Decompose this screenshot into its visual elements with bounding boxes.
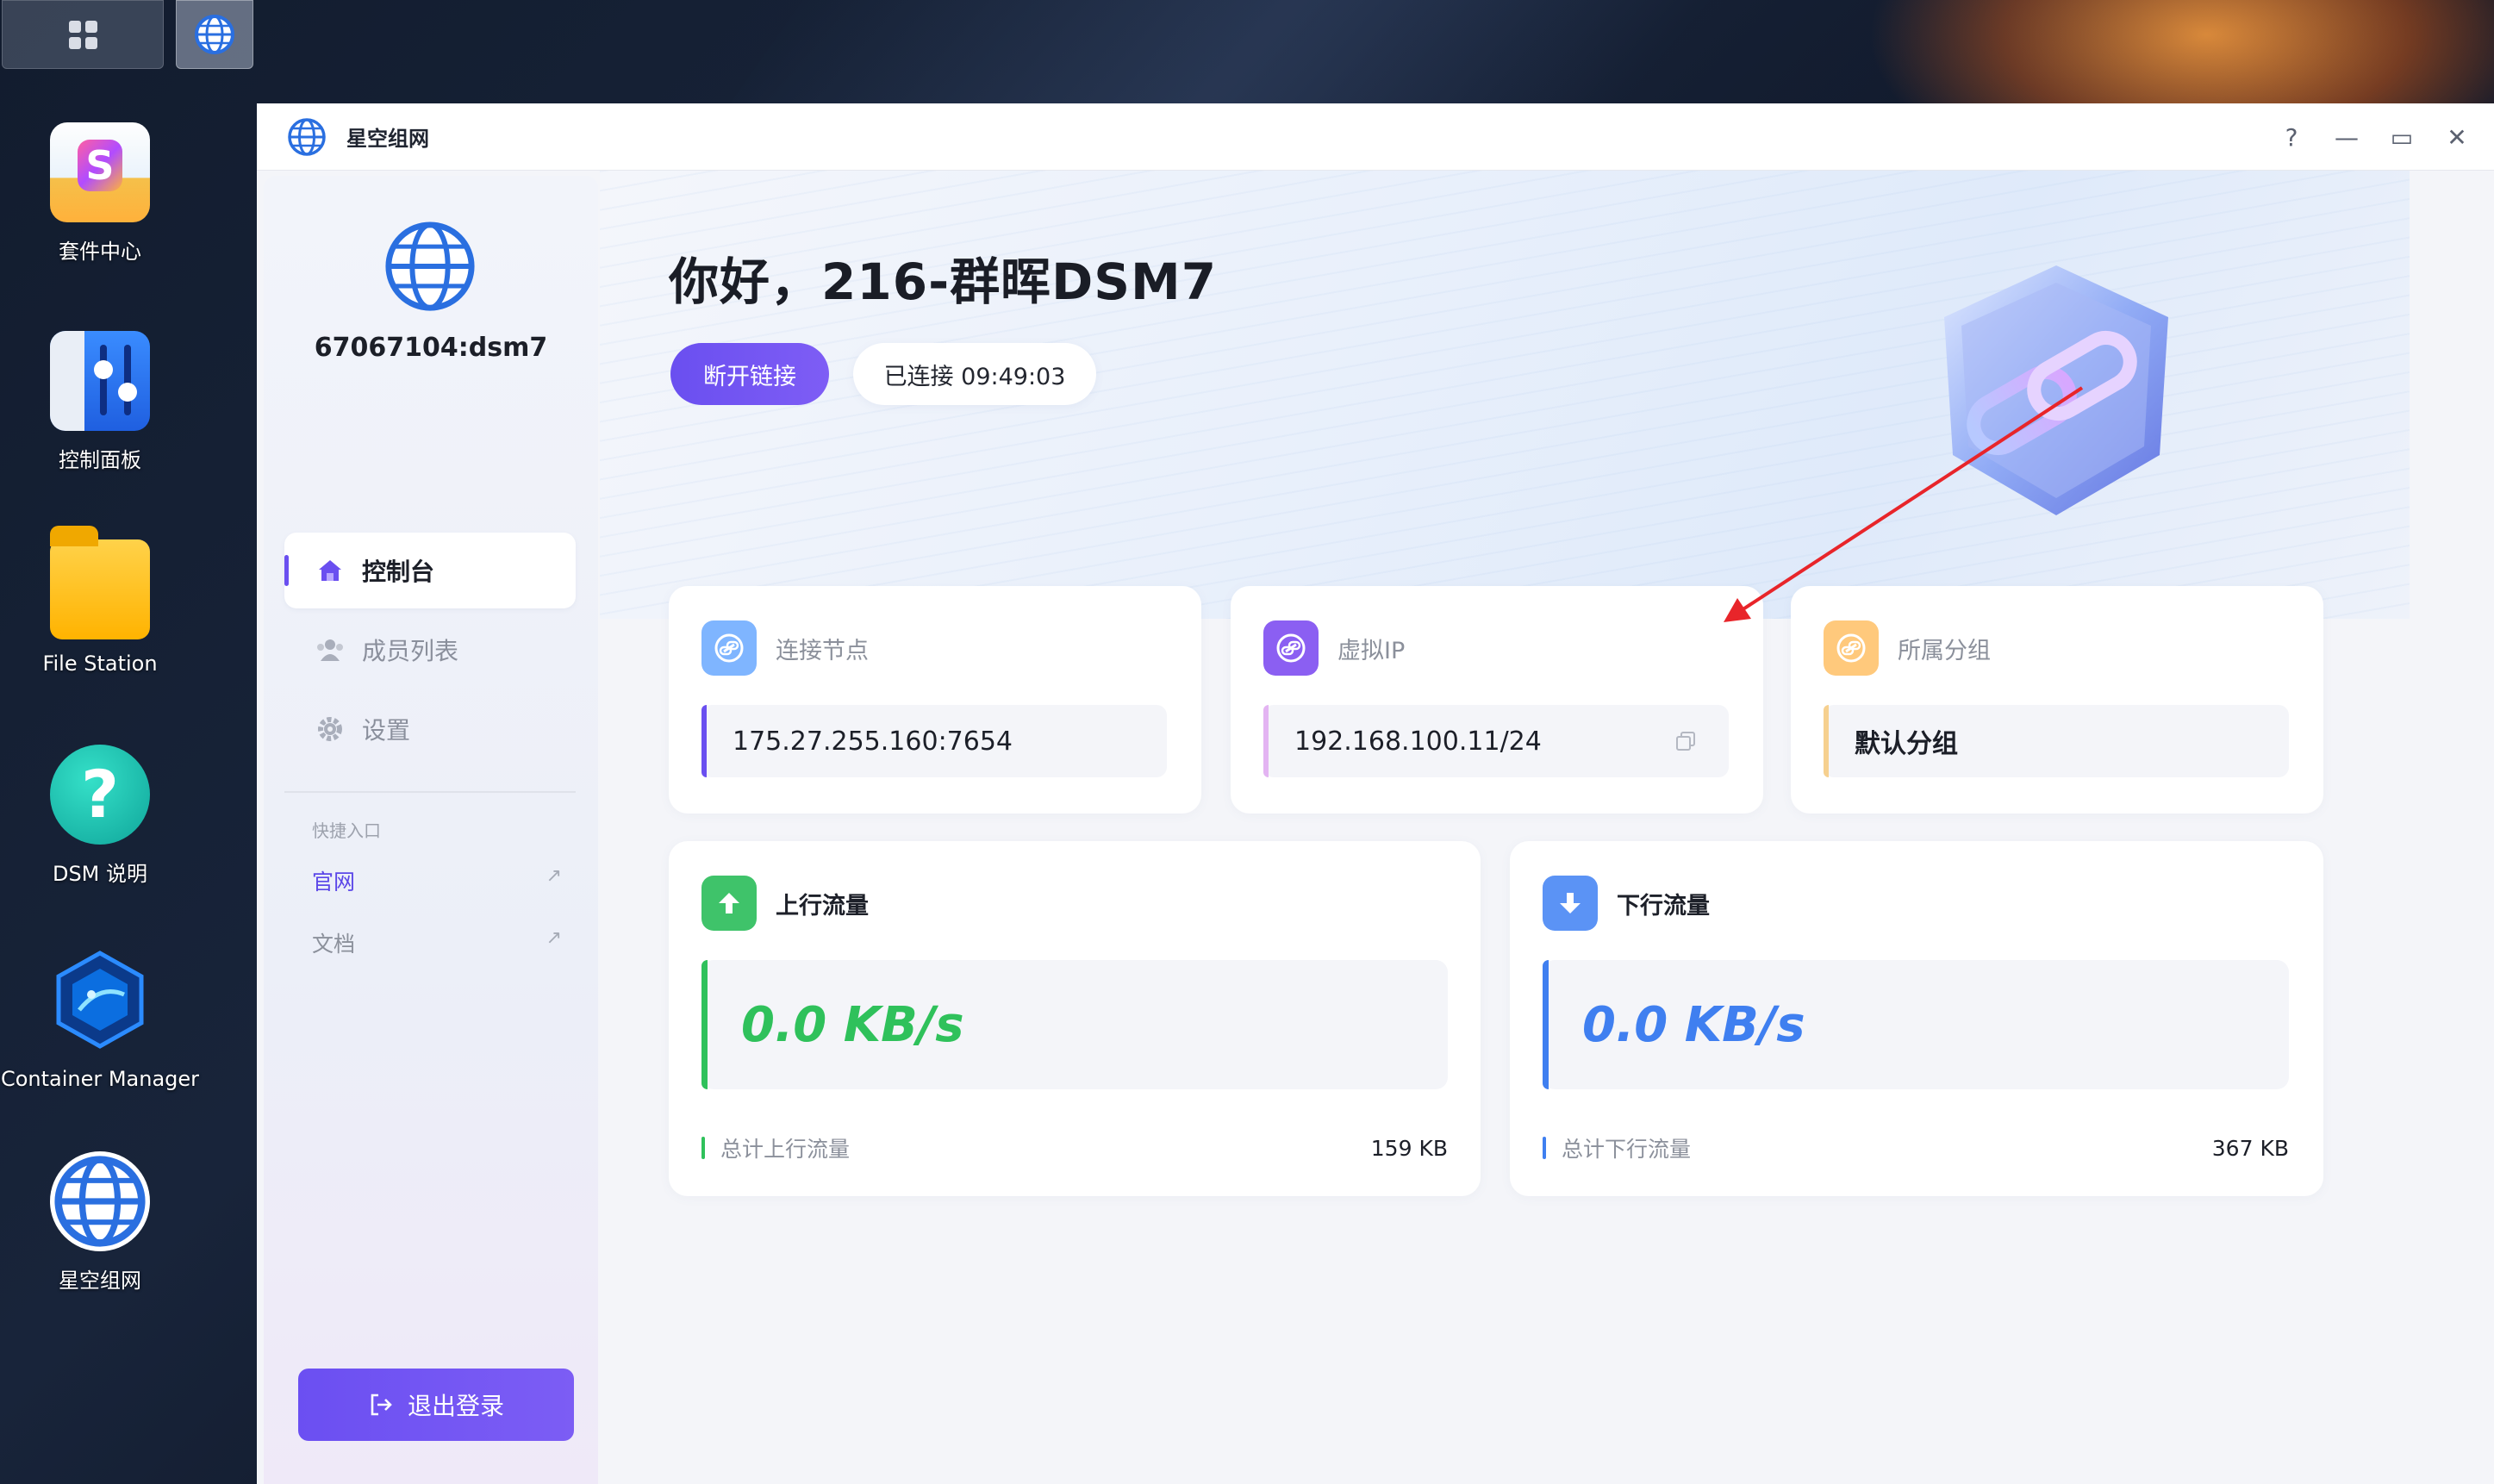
group-text: 默认分组 [1855, 729, 1958, 759]
upload-total-label: 总计上行流量 [720, 1137, 851, 1162]
minimize-button[interactable]: — [2335, 123, 2359, 152]
main-menu-button[interactable] [2, 0, 164, 69]
window-titlebar[interactable]: 星空组网 ? — ▭ ✕ [257, 103, 2494, 171]
quick-link-label: 官网 [312, 870, 356, 895]
sidebar: 67067104:dsm7 控制台 成员列表 设置 快捷入口 官网 ↗ 文档 ↗… [264, 176, 598, 1484]
download-speed: 0.0 KB/s [1543, 960, 2289, 1089]
app-window: 星空组网 ? — ▭ ✕ 67067104:dsm7 控制台 成员列表 设置 快… [257, 103, 2494, 1484]
link-icon [1263, 620, 1319, 676]
nav-item-settings[interactable]: 设置 [284, 691, 576, 767]
link-icon [1824, 620, 1879, 676]
upload-total-row: 总计上行流量 159 KB [701, 1132, 1448, 1163]
card-label: 所属分组 [1898, 637, 1991, 664]
desktop-icon-dsm-help[interactable]: ? DSM 说明 [0, 745, 200, 887]
desktop-icon-control-panel[interactable]: 控制面板 [0, 331, 200, 473]
desktop-icon-package-center[interactable]: S 套件中心 [0, 122, 200, 265]
logout-button[interactable]: 退出登录 [298, 1369, 574, 1441]
home-icon [315, 556, 345, 585]
card-label: 连接节点 [776, 637, 869, 664]
nav-item-label: 成员列表 [362, 637, 459, 665]
help-button[interactable]: ? [2280, 123, 2303, 152]
maximize-button[interactable]: ▭ [2391, 123, 2413, 152]
desktop-wallpaper-streak [724, 0, 2465, 112]
control-panel-icon [50, 331, 150, 431]
quick-links-title: 快捷入口 [312, 820, 381, 841]
main-content: 你好，216-群晖DSM7 断开链接 已连接 09:49:03 连接节点 175… [600, 171, 2494, 1484]
upload-speed-value: 0.0 KB/s [741, 996, 964, 1053]
window-title: 星空组网 [346, 127, 429, 151]
globe-logo-icon [385, 221, 475, 311]
nav-item-members[interactable]: 成员列表 [284, 612, 576, 688]
link-icon [701, 620, 757, 676]
greeting-heading: 你好，216-群晖DSM7 [669, 253, 1218, 311]
members-icon [315, 635, 345, 664]
quick-link-label: 文档 [312, 932, 356, 957]
card-upload: 上行流量 0.0 KB/s 总计上行流量 159 KB [669, 841, 1481, 1196]
globe-icon [288, 117, 326, 156]
desktop-icon-xingkong[interactable]: 星空组网 [0, 1151, 200, 1294]
external-link-icon: ↗ [546, 865, 562, 887]
disconnect-button[interactable]: 断开链接 [670, 343, 829, 405]
node-address-text: 175.27.255.160:7654 [733, 726, 1013, 757]
download-total-row: 总计下行流量 367 KB [1543, 1132, 2289, 1163]
sidebar-divider [284, 791, 576, 793]
upload-total-value: 159 KB [1370, 1135, 1448, 1161]
nav-item-label: 控制台 [362, 558, 435, 586]
desktop-icon-label: 套件中心 [59, 240, 141, 264]
quick-link-website[interactable]: 官网 ↗ [312, 865, 562, 896]
account-name: 67067104:dsm7 [314, 333, 548, 363]
card-download: 下行流量 0.0 KB/s 总计下行流量 367 KB [1510, 841, 2323, 1196]
desktop-icon-container-manager[interactable]: Container Manager [0, 950, 200, 1091]
app-grid-icon [68, 20, 97, 49]
virtual-ip-text: 192.168.100.11/24 [1294, 726, 1542, 757]
logout-icon [371, 1394, 392, 1416]
card-label: 虚拟IP [1337, 637, 1406, 664]
gear-icon [315, 714, 345, 744]
quick-link-docs[interactable]: 文档 ↗ [312, 927, 562, 958]
download-total-value: 367 KB [2211, 1135, 2289, 1161]
taskbar-app-xingkong[interactable] [176, 0, 253, 69]
desktop-icon-label: Container Manager [0, 1067, 200, 1091]
logout-label: 退出登录 [407, 1392, 504, 1420]
desktop-icon-label: 控制面板 [59, 448, 141, 472]
desktop-icon-label: DSM 说明 [52, 862, 148, 886]
download-arrow-icon [1543, 876, 1598, 931]
desktop-icon-file-station[interactable]: File Station [0, 526, 200, 676]
card-label: 上行流量 [776, 892, 869, 920]
download-total-label: 总计下行流量 [1562, 1137, 1692, 1162]
node-address-value[interactable]: 175.27.255.160:7654 [701, 705, 1167, 777]
folder-icon [50, 526, 150, 639]
copy-icon[interactable] [1674, 729, 1698, 753]
globe-icon [195, 15, 234, 54]
help-icon: ? [50, 745, 150, 845]
download-speed-value: 0.0 KB/s [1582, 996, 1805, 1053]
container-manager-icon [56, 951, 144, 1049]
group-value: 默认分组 [1824, 705, 2289, 777]
nav-item-dashboard[interactable]: 控制台 [284, 533, 576, 608]
upload-arrow-icon [701, 876, 757, 931]
external-link-icon: ↗ [546, 927, 562, 949]
desktop-icon-label: 星空组网 [59, 1269, 141, 1293]
connection-status: 已连接 09:49:03 [853, 343, 1096, 405]
virtual-ip-value[interactable]: 192.168.100.11/24 [1263, 705, 1729, 777]
card-label: 下行流量 [1617, 892, 1710, 920]
close-button[interactable]: ✕ [2446, 123, 2468, 152]
package-center-icon: S [50, 122, 150, 222]
globe-icon [50, 1151, 150, 1251]
desktop-icon-label: File Station [42, 652, 158, 676]
card-connection-node: 连接节点 175.27.255.160:7654 [669, 586, 1201, 814]
window-controls: ? — ▭ ✕ [2280, 103, 2468, 171]
nav-item-label: 设置 [362, 716, 411, 745]
annotation-arrow [1724, 386, 2084, 622]
card-virtual-ip: 虚拟IP 192.168.100.11/24 [1231, 586, 1763, 814]
upload-speed: 0.0 KB/s [701, 960, 1448, 1089]
